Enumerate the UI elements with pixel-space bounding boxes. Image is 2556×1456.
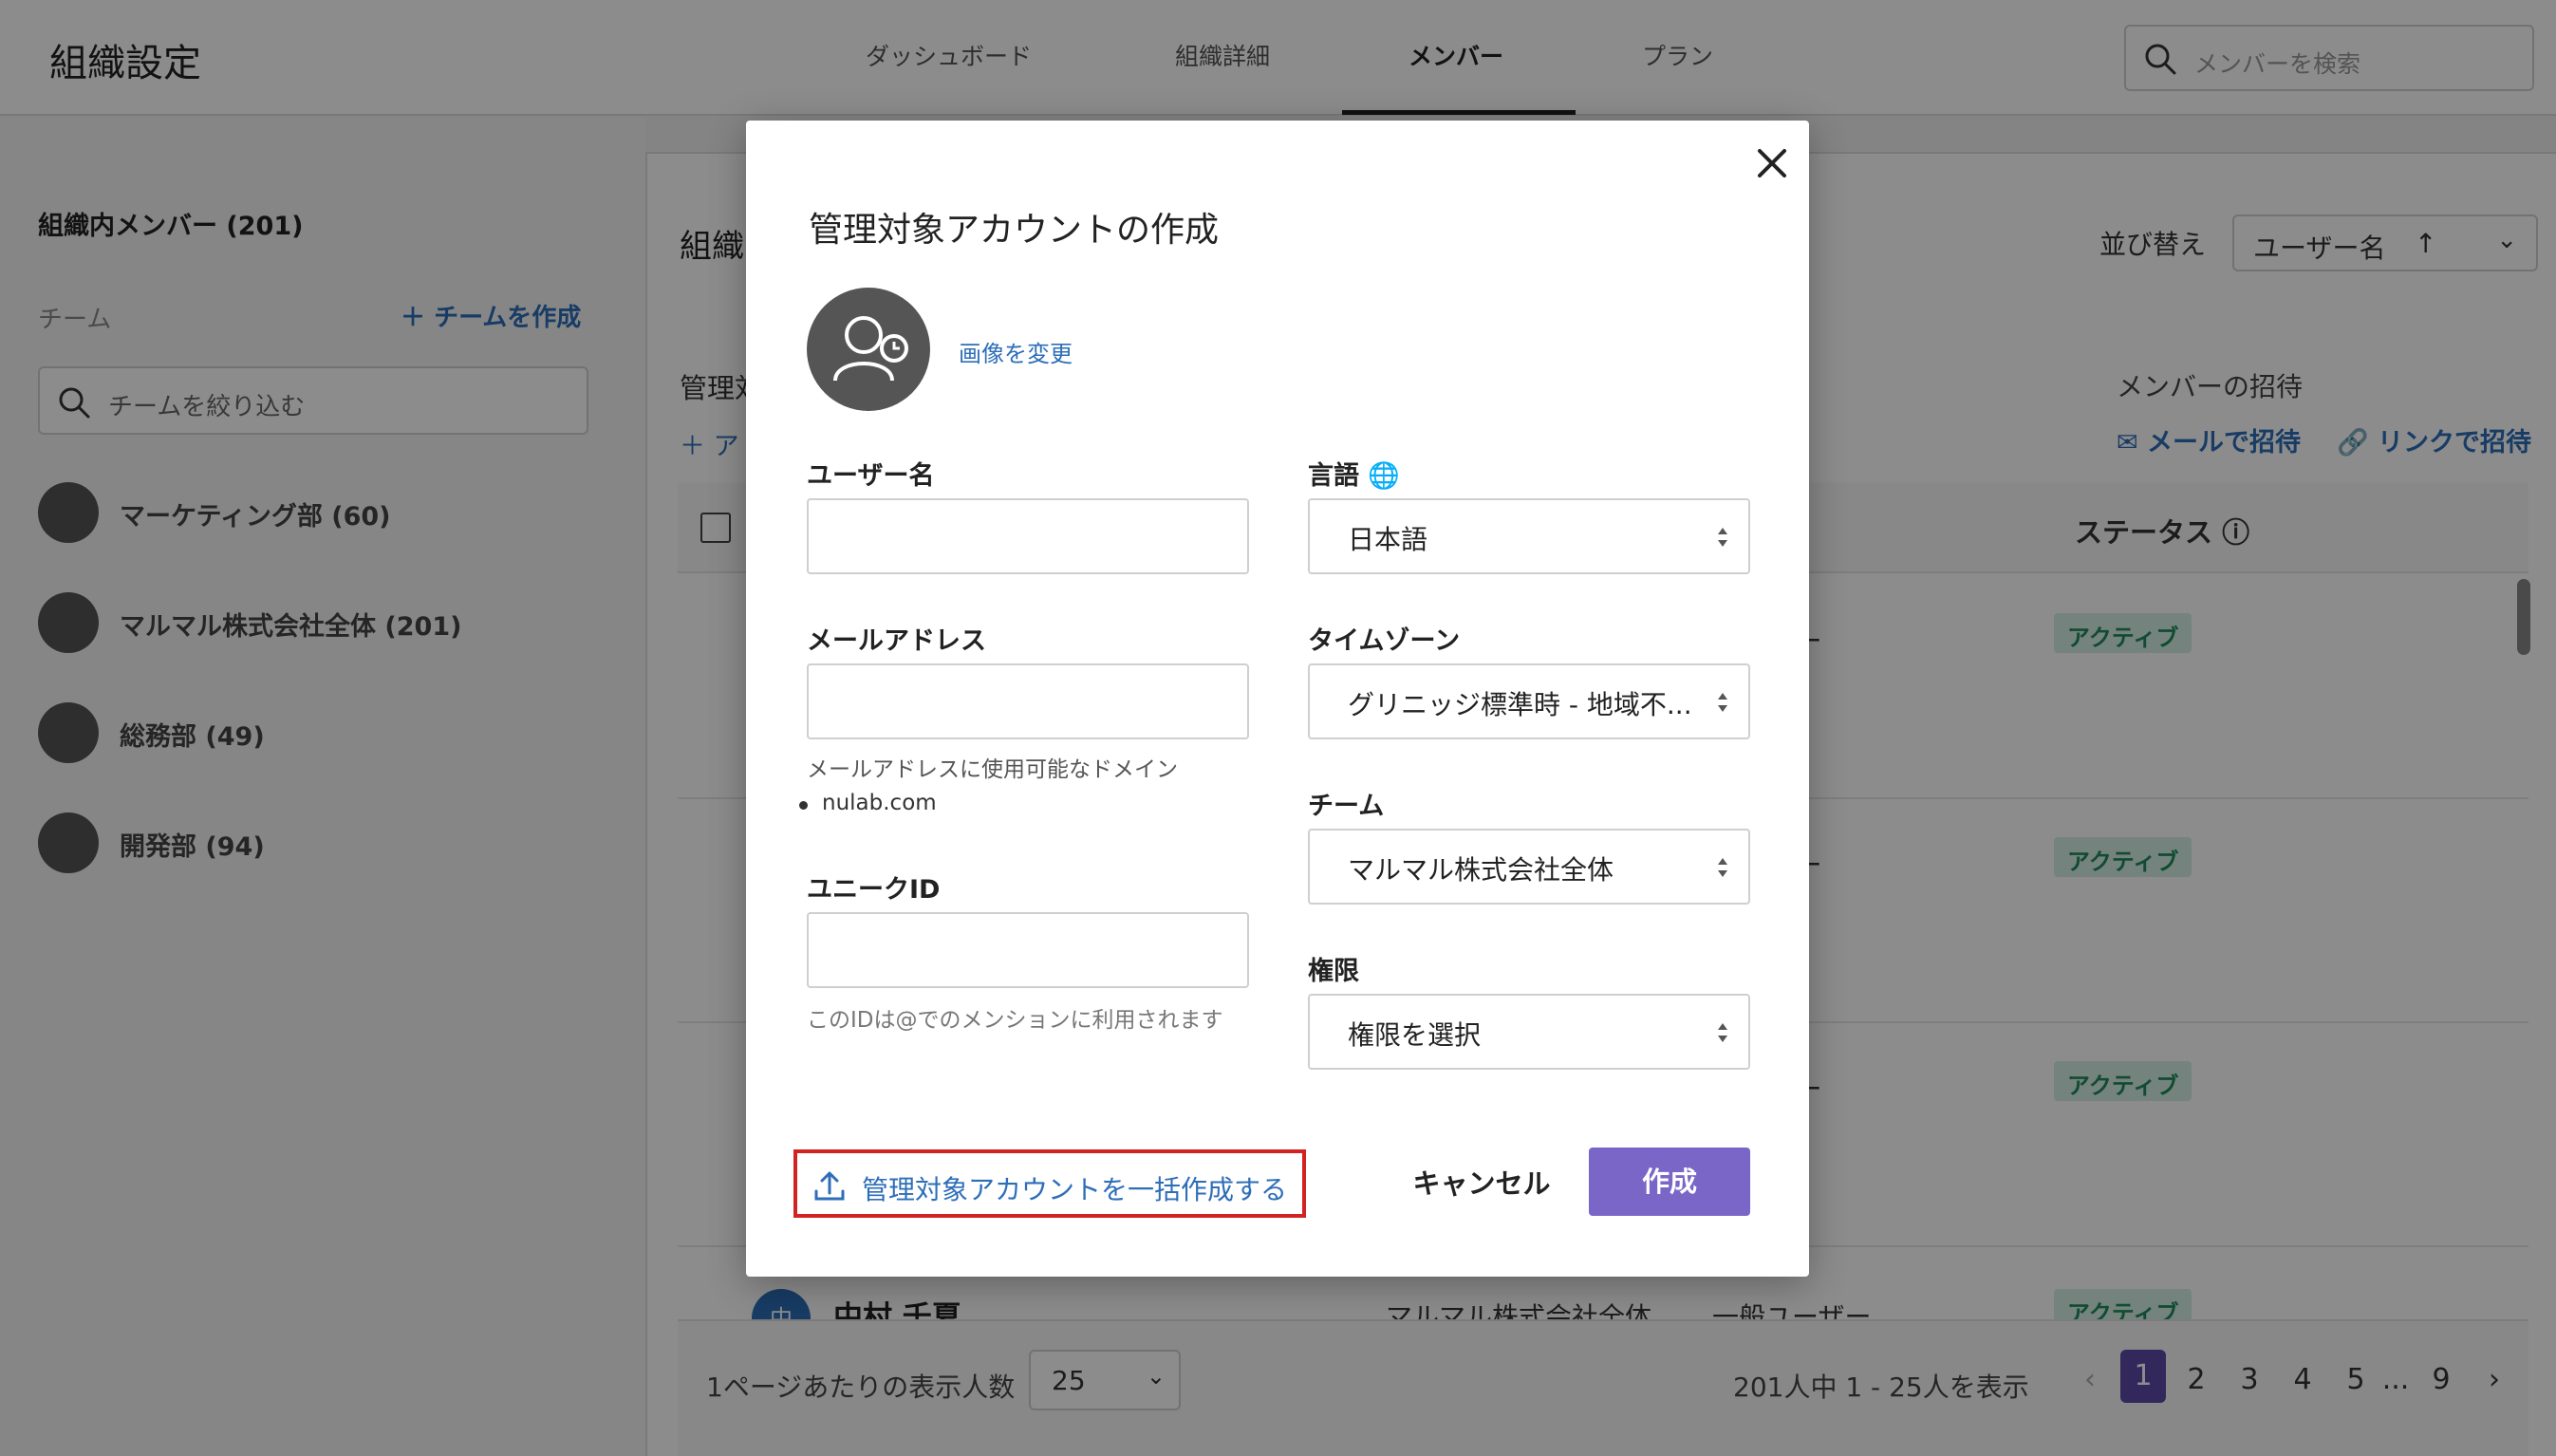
language-value: 日本語 bbox=[1348, 524, 1428, 555]
permission-label: 権限 bbox=[1308, 957, 1359, 986]
team-label: チーム bbox=[1308, 792, 1385, 821]
permission-select[interactable]: 権限を選択 bbox=[1308, 994, 1750, 1070]
email-domain-hint: メールアドレスに使用可能なドメイン bbox=[807, 757, 1178, 782]
team-value: マルマル株式会社全体 bbox=[1348, 854, 1614, 886]
email-field[interactable] bbox=[807, 663, 1249, 739]
timezone-select[interactable]: グリニッジ標準時 - 地域不... bbox=[1308, 663, 1750, 739]
bulk-create-accounts-button[interactable]: 管理対象アカウントを一括作成する bbox=[793, 1149, 1306, 1218]
select-arrows-icon bbox=[1718, 858, 1727, 877]
unique-id-hint: このIDは@でのメンションに利用されます bbox=[807, 1008, 1223, 1033]
select-arrows-icon bbox=[1718, 693, 1727, 712]
timezone-value: グリニッジ標準時 - 地域不... bbox=[1348, 689, 1692, 720]
select-arrows-icon bbox=[1718, 1023, 1727, 1042]
team-select[interactable]: マルマル株式会社全体 bbox=[1308, 829, 1750, 905]
upload-icon bbox=[812, 1168, 847, 1206]
language-label-text: 言語 bbox=[1308, 461, 1359, 491]
timezone-label: タイムゾーン bbox=[1308, 626, 1461, 656]
dialog-title: 管理対象アカウントの作成 bbox=[809, 211, 1220, 250]
username-field[interactable] bbox=[807, 498, 1249, 574]
language-select[interactable]: 日本語 bbox=[1308, 498, 1750, 574]
close-icon[interactable] bbox=[1750, 141, 1794, 185]
account-avatar bbox=[807, 288, 930, 411]
globe-icon: 🌐 bbox=[1368, 461, 1401, 491]
create-button[interactable]: 作成 bbox=[1589, 1148, 1750, 1216]
unique-id-field[interactable] bbox=[807, 912, 1249, 988]
unique-id-label: ユニークID bbox=[807, 875, 941, 905]
username-label: ユーザー名 bbox=[807, 461, 935, 491]
select-arrows-icon bbox=[1718, 528, 1727, 547]
email-label: メールアドレス bbox=[807, 626, 986, 656]
user-clock-icon bbox=[833, 316, 908, 382]
create-managed-account-dialog: 管理対象アカウントの作成 画像を変更 ユーザー名 メールアドレス メールアドレス… bbox=[746, 121, 1809, 1277]
allowed-domain: nulab.com bbox=[799, 791, 937, 815]
cancel-button[interactable]: キャンセル bbox=[1401, 1149, 1562, 1218]
bulk-create-label: 管理対象アカウントを一括作成する bbox=[862, 1174, 1288, 1205]
language-label: 言語 🌐 bbox=[1308, 455, 1400, 492]
permission-value: 権限を選択 bbox=[1348, 1019, 1482, 1051]
change-image-link[interactable]: 画像を変更 bbox=[959, 335, 1073, 368]
